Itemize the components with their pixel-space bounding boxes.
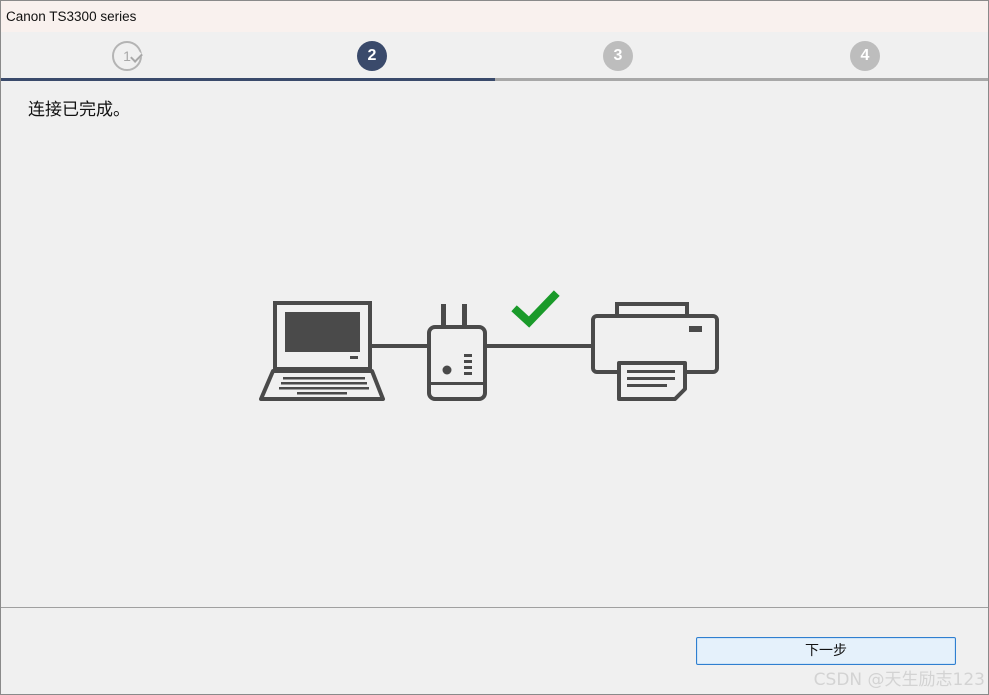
step-1-completed-icon: 1 bbox=[112, 41, 143, 71]
laptop-icon bbox=[259, 301, 385, 401]
step-2-number: 2 bbox=[367, 47, 377, 64]
step-2-current: 2 bbox=[357, 41, 387, 71]
setup-window: Canon TS3300 series 1 2 3 4 连接已完成。 下一步 bbox=[0, 0, 989, 695]
step-1-number: 1 bbox=[123, 48, 131, 64]
step-indicator: 1 2 3 4 bbox=[1, 32, 988, 84]
step-4-number: 4 bbox=[860, 47, 870, 64]
step-check-icon bbox=[130, 50, 143, 63]
progress-track bbox=[1, 78, 988, 81]
checkmark-icon bbox=[511, 290, 560, 328]
window-title: Canon TS3300 series bbox=[6, 9, 137, 24]
step-3-number: 3 bbox=[613, 47, 623, 64]
watermark-text: CSDN @天生励志123 bbox=[813, 670, 985, 690]
title-bar: Canon TS3300 series bbox=[1, 1, 988, 32]
step-3-pending: 3 bbox=[603, 41, 633, 71]
next-button[interactable]: 下一步 bbox=[696, 637, 956, 665]
router-icon bbox=[427, 304, 487, 401]
status-message: 连接已完成。 bbox=[28, 100, 130, 120]
progress-fill bbox=[1, 78, 495, 81]
footer-divider bbox=[1, 607, 988, 608]
connection-illustration bbox=[259, 290, 719, 401]
printer-icon bbox=[591, 302, 719, 401]
step-4-pending: 4 bbox=[850, 41, 880, 71]
